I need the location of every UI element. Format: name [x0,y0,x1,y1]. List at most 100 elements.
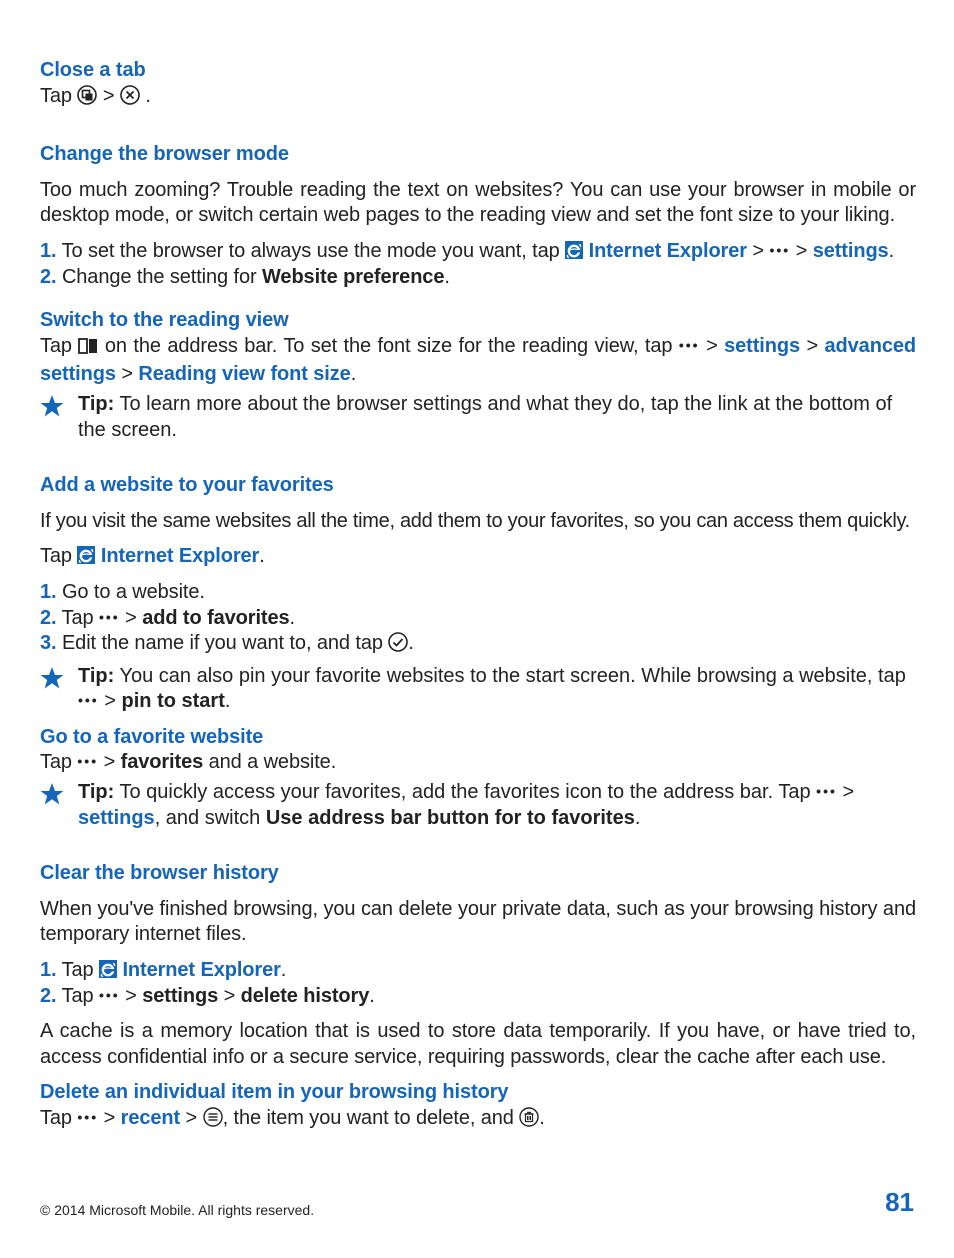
delete-history-label: delete history [241,985,370,1007]
heading-close-tab: Close a tab [40,58,916,84]
step-number: 2. [40,985,56,1007]
hist-step1: 1. Tap Internet Explorer. [40,958,916,984]
step-number: 3. [40,632,56,654]
website-pref: Website preference [262,266,444,288]
change-mode-step1: 1. To set the browser to always use the … [40,239,916,265]
heading-delete-item: Delete an individual item in your browsi… [40,1080,916,1106]
step-number: 2. [40,607,56,629]
text: Tap [56,607,99,629]
settings-label: settings [724,335,800,357]
heading-reading-view: Switch to the reading view [40,308,916,334]
fav-step2: 2. Tap ••• > add to favorites. [40,606,916,632]
more-icon: ••• [99,987,120,1005]
fav-step1: 1. Go to a website. [40,580,916,606]
heading-change-mode: Change the browser mode [40,142,916,168]
change-mode-step2: 2. Change the setting for Website prefer… [40,265,916,291]
check-circle-icon [388,632,408,660]
text: . [369,985,374,1007]
page-number: 81 [885,1187,914,1218]
tip-text: To learn more about the browser settings… [78,393,892,441]
text: > [104,690,121,712]
settings-label: settings [813,240,889,262]
text: Tap [40,751,77,773]
use-addr-bar-label: Use address bar button for to favorites [266,807,635,829]
text: > [104,751,121,773]
delete-item-line: Tap ••• > recent > , the item you want t… [40,1106,916,1135]
reading-view-font-label: Reading view font size [138,363,350,385]
more-icon: ••• [99,609,120,627]
text: > [186,1107,203,1129]
pin-to-start-label: pin to start [122,690,225,712]
tip-text: To quickly access your favorites, add th… [114,781,816,803]
more-icon: ••• [77,753,98,771]
tip-row: Tip: To learn more about the browser set… [40,392,916,443]
step-number: 1. [40,959,56,981]
text: Tap [40,335,78,357]
fav-step3: 3. Edit the name if you want to, and tap… [40,631,916,660]
text: , and switch [155,807,266,829]
ie-tile-icon [99,960,117,978]
text: To set the browser to always use the mod… [56,240,565,262]
trash-circle-icon [519,1107,539,1135]
list-circle-icon [203,1107,223,1135]
gt: > [796,240,813,262]
clear-history-intro: When you've finished browsing, you can d… [40,897,916,948]
settings-label: settings [78,807,155,829]
heading-goto-favorite: Go to a favorite website [40,725,916,751]
copyright-text: © 2014 Microsoft Mobile. All rights rese… [40,1202,314,1218]
tip-star-icon [40,666,64,715]
text: . [145,85,150,107]
text: Edit the name if you want to, and tap [56,632,388,654]
recent-label: recent [121,1107,180,1129]
tip-row: Tip: You can also pin your favorite webs… [40,664,916,715]
text: Tap [56,985,99,1007]
ie-label: Internet Explorer [101,545,259,567]
tip-star-icon [40,394,64,443]
text: > [104,1107,121,1129]
gt: > [121,363,138,385]
reading-view-line: Tap on the address bar. To set the font … [40,334,916,388]
text: > [218,985,241,1007]
text: . [444,266,449,288]
close-tab-line: Tap > . [40,84,916,113]
more-icon: ••• [769,242,790,260]
heading-add-favorite: Add a website to your favorites [40,473,916,499]
text: Tap [40,1107,77,1129]
tap-ie-line: Tap Internet Explorer. [40,544,916,570]
text: . [408,632,413,654]
text: Change the setting for [56,266,262,288]
text: on the address bar. To set the font size… [105,335,679,357]
text: . [635,807,641,829]
favorites-label: favorites [121,751,203,773]
change-mode-intro: Too much zooming? Trouble reading the te… [40,178,916,229]
tip-label: Tip: [78,781,114,803]
text: > [842,781,854,803]
more-icon: ••• [679,337,700,355]
text: and a website. [203,751,336,773]
heading-clear-history: Clear the browser history [40,861,916,887]
tip-row: Tip: To quickly access your favorites, a… [40,780,916,831]
gt: > [752,240,769,262]
cache-para: A cache is a memory location that is use… [40,1019,916,1070]
text: . [889,240,894,262]
close-circle-icon [120,85,140,113]
ie-label: Internet Explorer [589,240,747,262]
text: Tap [56,959,99,981]
step-number: 1. [40,581,56,603]
text: Tap [40,85,77,107]
text: , the item you want to delete, and [223,1107,520,1129]
tip-star-icon [40,782,64,831]
tabs-icon [77,85,97,113]
goto-favorite-line: Tap ••• > favorites and a website. [40,750,916,776]
text: > [103,85,120,107]
add-to-favorites-label: add to favorites [142,607,289,629]
text: . [225,690,231,712]
gt: > [806,335,824,357]
settings-label: settings [142,985,218,1007]
ie-tile-icon [77,546,95,564]
add-favorite-intro: If you visit the same websites all the t… [40,509,916,535]
text: . [539,1107,544,1129]
text: > [125,607,142,629]
tip-text: You can also pin your favorite websites … [114,665,906,687]
more-icon: ••• [816,783,837,801]
